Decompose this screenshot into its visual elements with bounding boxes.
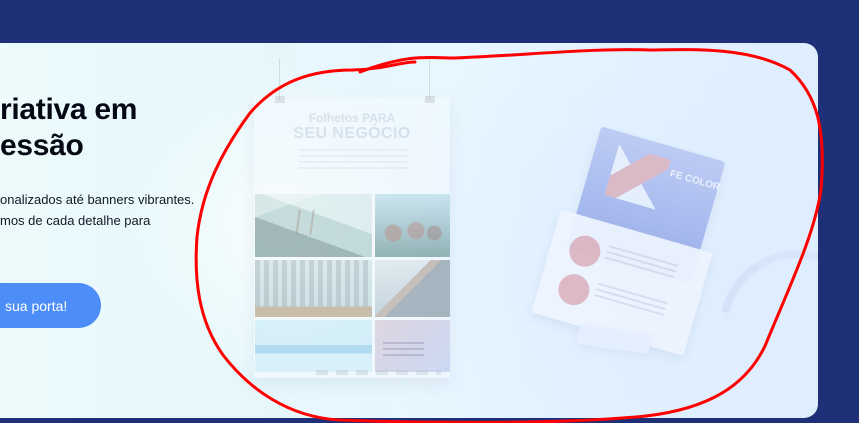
poster-footer	[316, 370, 441, 375]
business-card-icon-2	[554, 270, 593, 309]
hero-description-line-1: onalizados até banners vibrantes.	[0, 192, 195, 207]
poster-body-text	[298, 149, 408, 173]
poster-photo-mountain	[255, 194, 372, 257]
poster-photo-group	[375, 194, 450, 257]
business-card-lines-2	[593, 282, 668, 320]
poster-photo-peak	[375, 260, 450, 317]
poster-title-line-1: Folhetos PARA	[308, 111, 396, 125]
poster-photo-sea	[255, 320, 372, 372]
business-card-icon-1	[565, 232, 605, 271]
cta-button[interactable]: sua porta!	[0, 283, 101, 328]
hero-title: riativa em essão	[0, 92, 218, 164]
screenshot-stage: riativa em essão onalizados até banners …	[0, 0, 859, 423]
poster-hanger-left	[275, 58, 286, 103]
print-products-visual: Folhetos PARA SEU NEGÓCIO FE COLOR	[233, 43, 818, 418]
poster-photo-grid	[255, 194, 450, 372]
hero-copy-block: riativa em essão onalizados até banners …	[0, 43, 233, 418]
poster-hanger-right	[425, 58, 436, 103]
hero-title-line-1: riativa em	[0, 93, 138, 126]
hero-description: onalizados até banners vibrantes. mos de…	[0, 189, 260, 231]
poster-photo-city	[255, 260, 372, 317]
curled-paper-shape	[721, 235, 818, 339]
flyer-poster: Folhetos PARA SEU NEGÓCIO	[254, 97, 450, 378]
poster-title: Folhetos PARA SEU NEGÓCIO	[254, 110, 450, 142]
hero-card: riativa em essão onalizados até banners …	[0, 43, 818, 418]
business-card-brand: FE COLOR	[668, 168, 722, 194]
hero-title-line-2: essão	[0, 129, 84, 162]
poster-text-panel	[375, 320, 450, 372]
business-card-lines-1	[603, 245, 679, 283]
hero-description-line-2: mos de cada detalhe para	[0, 213, 151, 228]
poster-title-line-2: SEU NEGÓCIO	[293, 125, 411, 142]
